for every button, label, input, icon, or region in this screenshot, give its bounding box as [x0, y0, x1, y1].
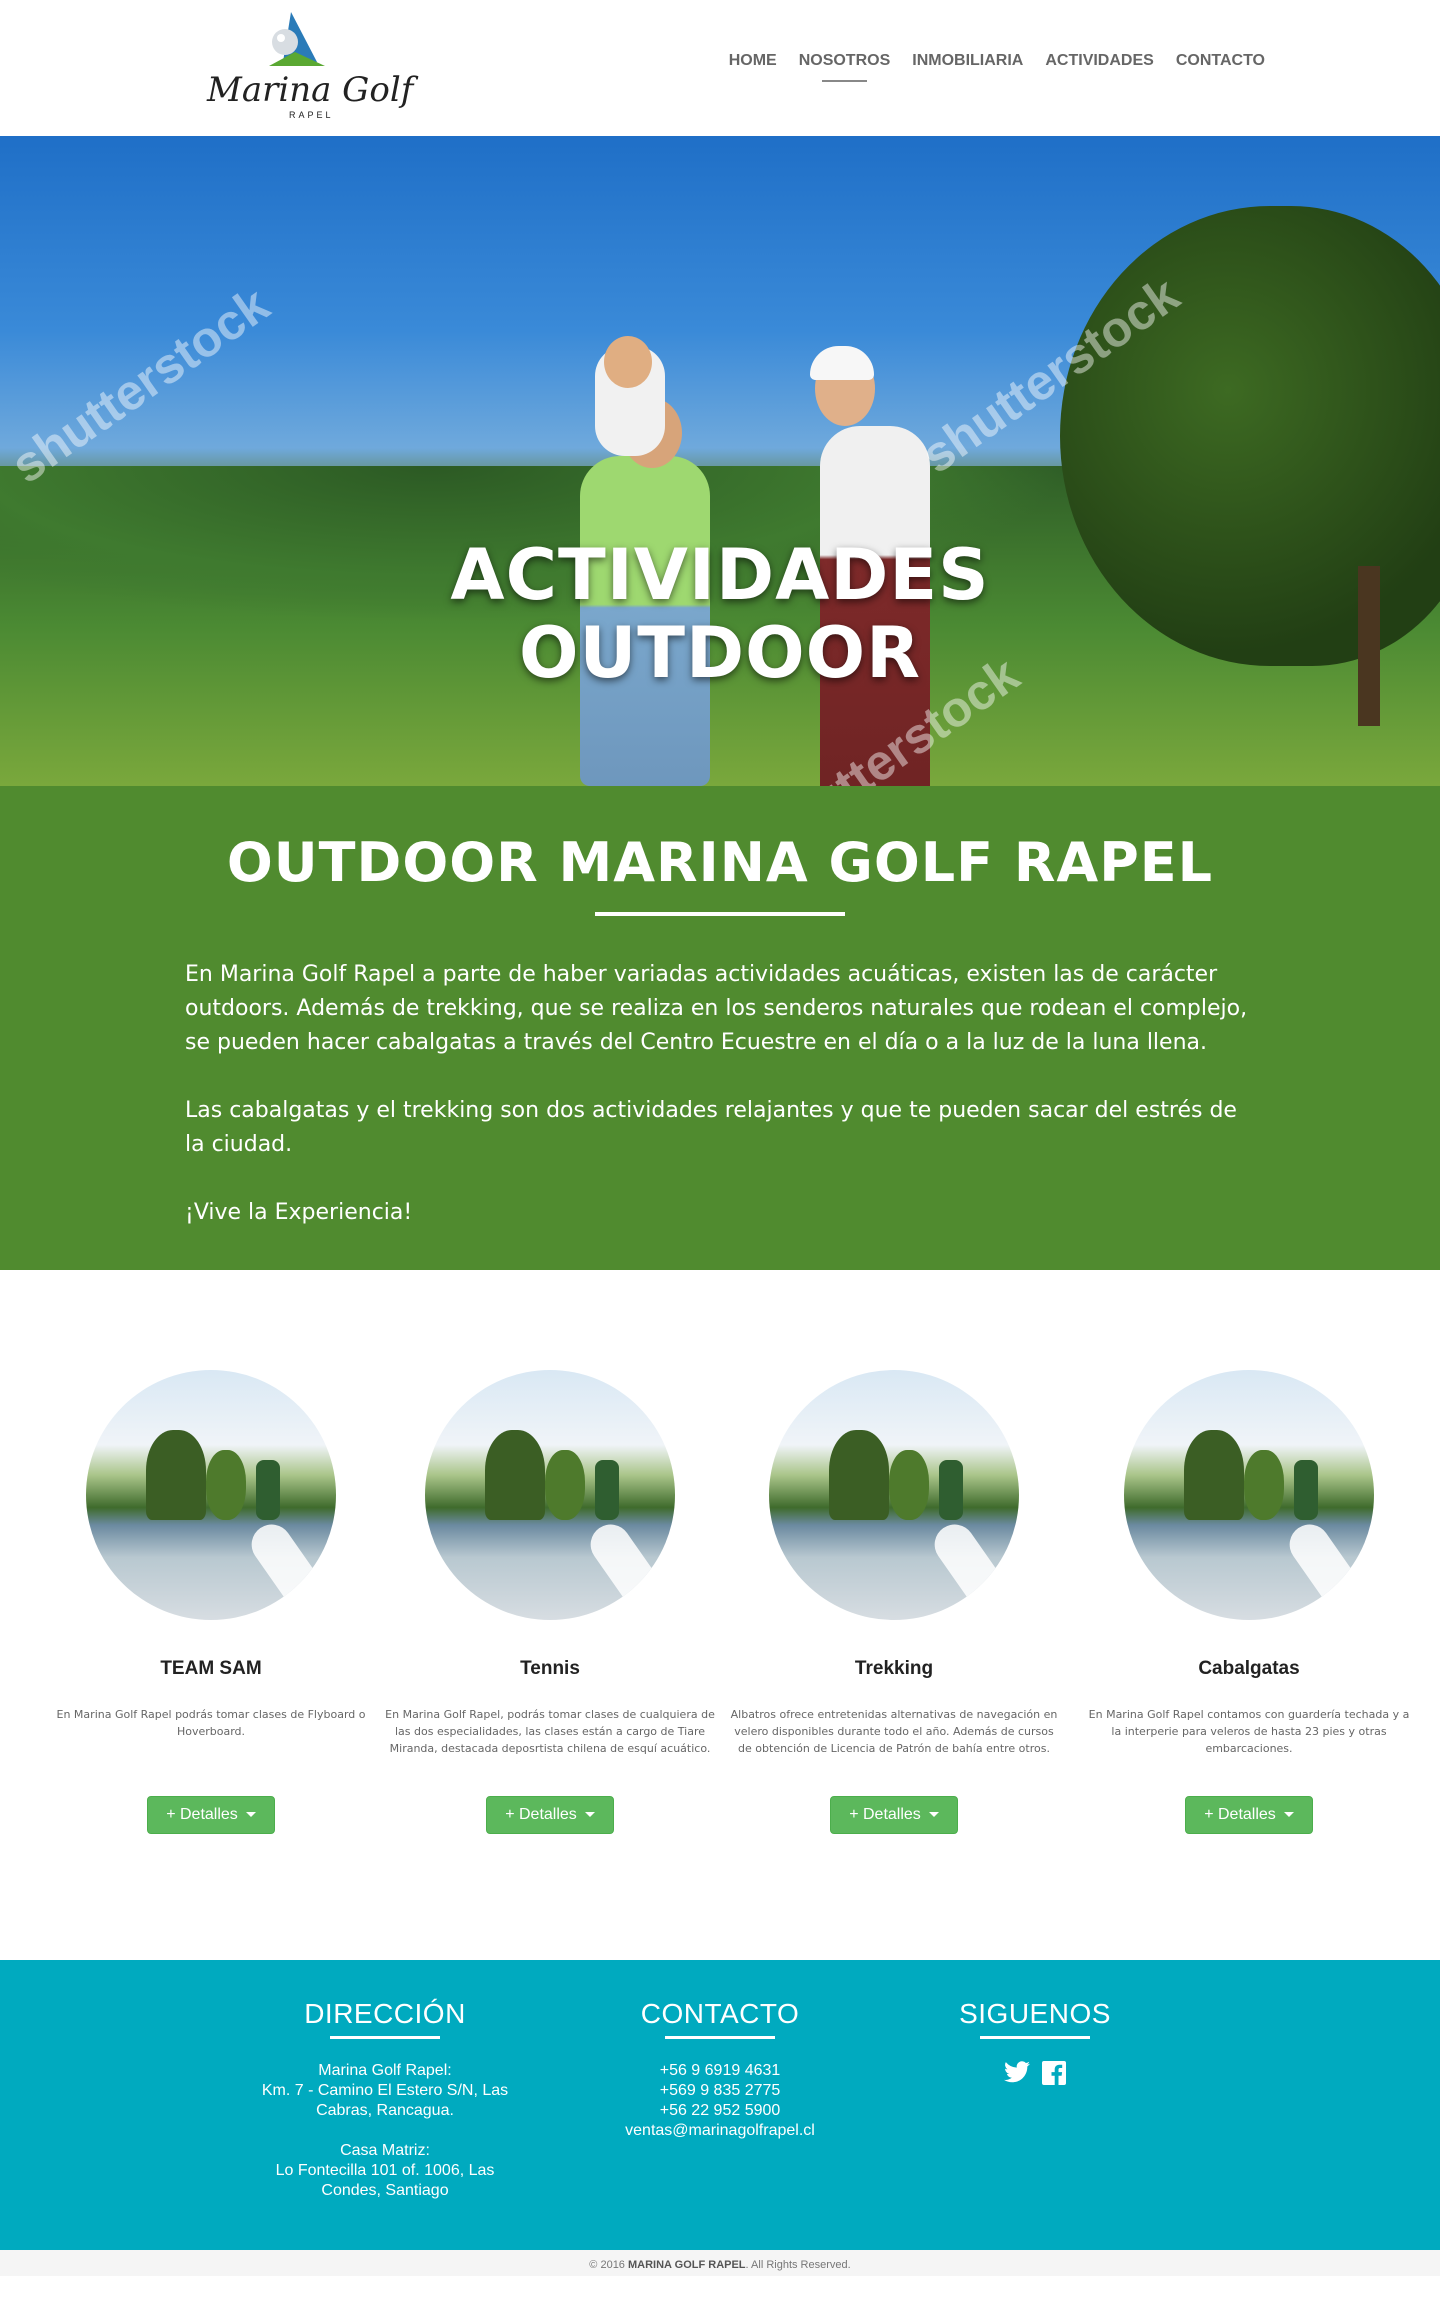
- details-button-label: + Detalles: [166, 1806, 238, 1823]
- intro-divider: [595, 912, 845, 916]
- intro-paragraph-3: ¡Vive la Experiencia!: [185, 1200, 413, 1225]
- address-line: Lo Fontecilla 101 of. 1006, Las: [275, 2162, 495, 2179]
- footer-divider: [665, 2036, 775, 2039]
- copyright-bar: © 2016 MARINA GOLF RAPEL. All Rights Res…: [0, 2250, 1440, 2276]
- service-card: Cabalgatas En Marina Golf Rapel contamos…: [1079, 1370, 1419, 1834]
- main-nav: HOME NOSOTROS INMOBILIARIA ACTIVIDADES C…: [729, 52, 1265, 82]
- caret-down-icon: [1283, 1812, 1294, 1818]
- caret-down-icon: [928, 1812, 939, 1818]
- footer-contacto-title: CONTACTO: [640, 1998, 800, 2029]
- hero-title-line2: OUTDOOR: [518, 612, 922, 694]
- hero-title-line1: ACTIVIDADES: [450, 534, 990, 616]
- logo-subtitle: RAPEL: [289, 110, 334, 120]
- service-card: TEAM SAM En Marina Golf Rapel podrás tom…: [41, 1370, 381, 1834]
- intro-title: OUTDOOR MARINA GOLF RAPEL: [226, 831, 1214, 894]
- service-title: Trekking: [854, 1658, 934, 1679]
- intro-section: OUTDOOR MARINA GOLF RAPEL En Marina Golf…: [0, 786, 1440, 1270]
- service-card: Tennis En Marina Golf Rapel, podrás toma…: [380, 1370, 720, 1834]
- hero-woman-cap: [810, 346, 874, 380]
- phone-link[interactable]: +56 22 952 5900: [600, 2101, 840, 2121]
- nav-actividades[interactable]: ACTIVIDADES: [1045, 52, 1153, 70]
- footer-direccion: DIRECCIÓN Marina Golf Rapel: Km. 7 - Cam…: [250, 1998, 520, 2201]
- hero-watermark: shutterstock: [1, 276, 280, 494]
- twitter-icon[interactable]: [1004, 2061, 1030, 2083]
- facebook-icon[interactable]: [1042, 2061, 1066, 2085]
- nav-inmobiliaria[interactable]: INMOBILIARIA: [912, 52, 1023, 70]
- service-title: TEAM SAM: [160, 1658, 262, 1679]
- copyright-brand: MARINA GOLF RAPEL: [628, 2259, 746, 2271]
- service-image: [86, 1370, 336, 1620]
- logo-name: Marina Golf: [207, 70, 414, 110]
- details-button[interactable]: + Detalles: [147, 1796, 275, 1834]
- service-card: Trekking Albatros ofrece entretenidas al…: [724, 1370, 1064, 1834]
- nav-nosotros[interactable]: NOSOTROS: [799, 52, 890, 82]
- service-description: En Marina Golf Rapel, podrás tomar clase…: [385, 1708, 715, 1755]
- details-button-label: + Detalles: [849, 1806, 921, 1823]
- service-image: [425, 1370, 675, 1620]
- details-button-label: + Detalles: [505, 1806, 577, 1823]
- service-image: [1124, 1370, 1374, 1620]
- hero-child-head: [604, 336, 652, 388]
- footer-siguenos: SIGUENOS: [935, 1998, 1135, 2085]
- caret-down-icon: [584, 1812, 595, 1818]
- phone-link[interactable]: +569 9 835 2775: [600, 2081, 840, 2101]
- address-line: Cabras, Rancagua.: [316, 2102, 454, 2119]
- copyright-prefix: © 2016: [589, 2259, 628, 2271]
- site-footer: DIRECCIÓN Marina Golf Rapel: Km. 7 - Cam…: [0, 1960, 1440, 2250]
- address-line: Condes, Santiago: [321, 2182, 449, 2199]
- service-title: Cabalgatas: [1198, 1658, 1300, 1679]
- footer-divider: [330, 2036, 440, 2039]
- nav-contacto[interactable]: CONTACTO: [1176, 52, 1265, 70]
- social-links: [935, 2061, 1135, 2085]
- nav-home[interactable]: HOME: [729, 52, 777, 70]
- copyright-suffix: . All Rights Reserved.: [745, 2259, 851, 2271]
- footer-direccion-title: DIRECCIÓN: [304, 1998, 466, 2029]
- service-description: En Marina Golf Rapel podrás tomar clases…: [56, 1708, 366, 1738]
- phone-link[interactable]: +56 9 6919 4631: [600, 2061, 840, 2081]
- service-title: Tennis: [520, 1658, 580, 1679]
- caret-down-icon: [245, 1812, 256, 1818]
- hero-banner: shutterstock shutterstock shutterstock A…: [0, 136, 1440, 786]
- hero-title: ACTIVIDADES OUTDOOR: [0, 536, 1440, 692]
- address-line: Km. 7 - Camino El Estero S/N, Las: [261, 2082, 509, 2099]
- intro-paragraph-1: En Marina Golf Rapel a parte de haber va…: [185, 962, 1248, 1055]
- address-line: Casa Matriz:: [340, 2142, 430, 2159]
- footer-siguenos-title: SIGUENOS: [959, 1998, 1111, 2029]
- site-logo[interactable]: Marina Golf RAPEL: [205, 8, 413, 120]
- footer-divider: [980, 2036, 1090, 2039]
- footer-contacto: CONTACTO +56 9 6919 4631 +569 9 835 2775…: [600, 1998, 840, 2141]
- details-button-label: + Detalles: [1204, 1806, 1276, 1823]
- details-button[interactable]: + Detalles: [830, 1796, 958, 1834]
- details-button[interactable]: + Detalles: [486, 1796, 614, 1834]
- service-image: [769, 1370, 1019, 1620]
- service-description: Albatros ofrece entretenidas alternativa…: [730, 1708, 1058, 1755]
- address-line: Marina Golf Rapel:: [318, 2062, 452, 2079]
- email-link[interactable]: ventas@marinagolfrapel.cl: [600, 2121, 840, 2141]
- intro-paragraph-2: Las cabalgatas y el trekking son dos act…: [185, 1098, 1237, 1157]
- services-section: TEAM SAM En Marina Golf Rapel podrás tom…: [0, 1270, 1440, 1960]
- site-header: Marina Golf RAPEL HOME NOSOTROS INMOBILI…: [0, 0, 1440, 136]
- details-button[interactable]: + Detalles: [1185, 1796, 1313, 1834]
- logo-sail-icon: [269, 12, 325, 66]
- service-description: En Marina Golf Rapel contamos con guarde…: [1088, 1708, 1410, 1755]
